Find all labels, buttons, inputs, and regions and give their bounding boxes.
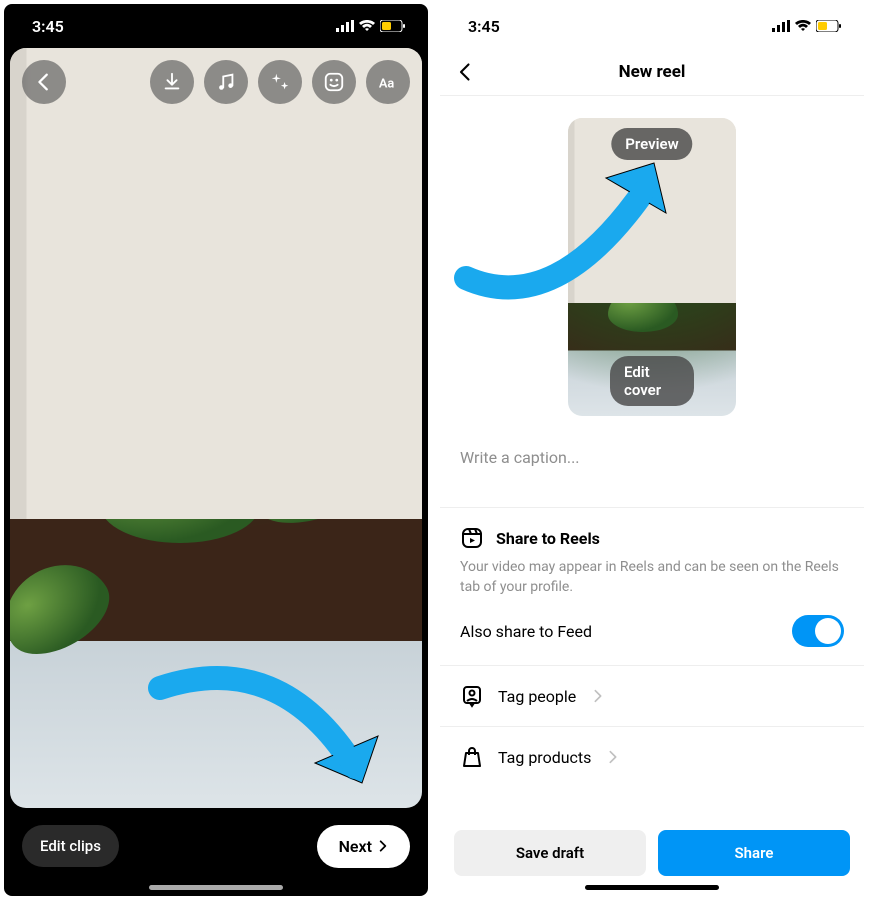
status-time: 3:45 [468,17,500,36]
editor-top-toolbar: Aa [22,60,410,104]
status-bar: 3:45 [440,4,864,48]
home-indicator [149,885,283,890]
footer-buttons: Save draft Share [440,816,864,896]
editor-content: Aa Edit clips Next [4,48,428,896]
preview-button[interactable]: Preview [611,128,692,160]
reels-icon [460,526,484,550]
tag-people-row[interactable]: Tag people [440,665,864,726]
caption-input[interactable]: Write a caption... [440,426,864,507]
tag-products-label: Tag products [498,748,591,767]
camera-preview[interactable]: Aa [10,48,422,808]
tag-products-icon [460,745,484,769]
chevron-left-icon [456,62,476,82]
edit-clips-button[interactable]: Edit clips [22,825,119,867]
page-title: New reel [619,62,686,82]
share-to-reels-desc: Your video may appear in Reels and can b… [460,558,844,597]
nav-header: New reel [440,48,864,96]
text-icon: Aa [377,71,399,93]
editor-bottom-bar: Edit clips Next [4,808,428,896]
tag-products-row[interactable]: Tag products [440,726,864,787]
wifi-icon [795,20,811,32]
save-draft-button[interactable]: Save draft [454,830,646,876]
download-button[interactable] [150,60,194,104]
wifi-icon [359,20,375,32]
battery-icon [816,20,842,32]
share-button[interactable]: Share [658,830,850,876]
status-icons [772,20,842,32]
home-indicator [585,885,719,890]
tag-people-label: Tag people [498,687,576,706]
edit-cover-button[interactable]: Edit cover [610,356,694,406]
also-share-feed-label: Also share to Feed [460,622,592,641]
svg-text:Aa: Aa [379,77,395,92]
status-icons [336,20,406,32]
chevron-right-icon [590,688,606,704]
status-time: 3:45 [32,17,64,36]
battery-icon [380,20,406,32]
also-share-feed-toggle[interactable] [792,615,844,647]
text-button[interactable]: Aa [366,60,410,104]
next-label: Next [339,837,372,856]
chevron-right-icon [376,839,390,853]
effects-button[interactable] [258,60,302,104]
signal-icon [336,20,354,32]
plant-photo [10,48,422,808]
chevron-left-icon [33,71,55,93]
signal-icon [772,20,790,32]
tag-people-icon [460,684,484,708]
music-button[interactable] [204,60,248,104]
status-bar: 3:45 [4,4,428,48]
share-to-reels-title: Share to Reels [496,529,600,548]
thumbnail-area: Preview Edit cover [440,96,864,426]
share-to-reels-section: Share to Reels Your video may appear in … [440,507,864,665]
chevron-right-icon [605,749,621,765]
reel-thumbnail[interactable]: Preview Edit cover [568,118,736,416]
sticker-icon [323,71,345,93]
sparkles-icon [269,71,291,93]
reel-editor-screen: 3:45 [4,4,428,896]
download-icon [161,71,183,93]
new-reel-screen: 3:45 New reel Preview Edit cover [440,4,864,896]
stickers-button[interactable] [312,60,356,104]
next-button[interactable]: Next [317,825,410,868]
back-button[interactable] [454,60,478,84]
back-button[interactable] [22,60,66,104]
music-icon [215,71,237,93]
